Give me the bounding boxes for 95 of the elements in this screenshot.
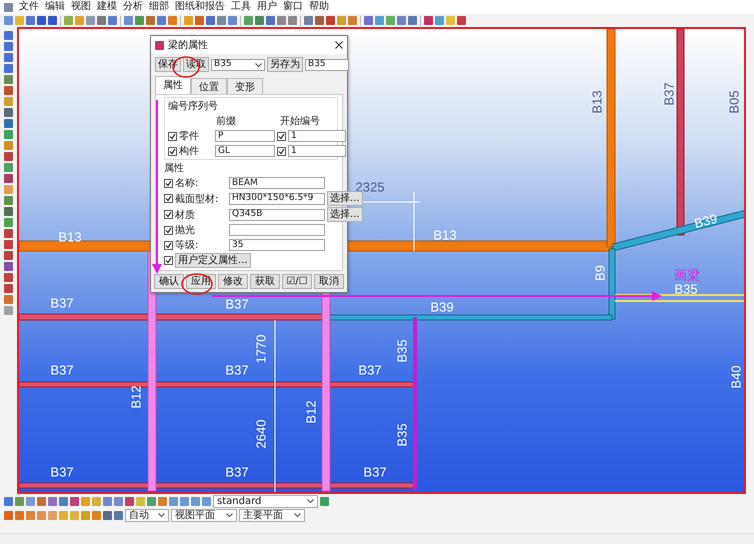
chevron-down-icon: [158, 513, 165, 518]
input-field[interactable]: BEAM: [229, 177, 325, 189]
field-label: 材质: [175, 208, 196, 222]
chevron-down-icon: [255, 62, 262, 66]
user-attributes-button[interactable]: 用户定义属性...: [175, 253, 251, 268]
start-number-field[interactable]: 1: [288, 145, 346, 157]
section-title: 属性: [164, 162, 185, 175]
dialog-title: 梁的属性: [168, 38, 209, 52]
beam-label: B37: [50, 295, 74, 310]
beam-label: B37: [225, 362, 249, 378]
dialog-button[interactable]: ☑/☐: [282, 274, 312, 289]
beam-label: B37: [225, 296, 249, 312]
highlight-circle: [181, 273, 213, 295]
dialog-button[interactable]: 获取: [250, 274, 280, 289]
select-button[interactable]: 选择...: [327, 191, 363, 206]
checkbox[interactable]: [164, 256, 173, 265]
column-header: 前缀: [216, 115, 237, 128]
checkbox[interactable]: [168, 132, 177, 140]
checkbox[interactable]: [277, 146, 286, 156]
menu-item[interactable]: 帮助: [309, 1, 329, 14]
dialog-button[interactable]: 修改: [218, 274, 248, 289]
input-field[interactable]: [229, 224, 325, 236]
dialog-button[interactable]: 确认: [154, 274, 184, 289]
beam-label: B12: [128, 385, 144, 408]
save-as-button[interactable]: 另存为: [267, 57, 303, 72]
beam-label: B37: [50, 362, 74, 378]
menu-item[interactable]: 建模: [97, 1, 117, 14]
beam-label: B13: [433, 227, 457, 242]
menu-item[interactable]: 工具: [231, 1, 251, 14]
checkbox[interactable]: [164, 194, 173, 203]
prefix-field[interactable]: GL: [215, 145, 275, 157]
beam-label: B35: [394, 423, 410, 446]
tab[interactable]: 位置: [191, 78, 227, 95]
section-title: 编号序列号: [168, 100, 219, 113]
snap-dropdown[interactable]: 视图平面: [171, 508, 237, 522]
input-field[interactable]: 35: [229, 239, 325, 251]
snap-dropdown[interactable]: 自动: [125, 508, 169, 522]
field-label: 名称:: [175, 177, 200, 190]
field-label: 抛光: [175, 224, 196, 237]
field-label: 等级:: [175, 239, 200, 252]
filter-dropdown[interactable]: standard: [213, 494, 318, 508]
checkbox[interactable]: [164, 210, 173, 219]
input-field[interactable]: Q345B: [229, 208, 325, 220]
beam-label: B37: [358, 362, 382, 378]
chevron-down-icon: [307, 499, 314, 504]
beam-label: B39: [430, 299, 454, 314]
chevron-down-icon: [226, 513, 233, 518]
annotation-text: 画梁: [674, 268, 700, 284]
field-label: 零件: [179, 130, 200, 143]
menu-item[interactable]: 编辑: [45, 1, 65, 14]
prefix-field[interactable]: P: [215, 130, 275, 142]
chevron-down-icon: [294, 513, 301, 518]
checkbox[interactable]: [168, 146, 177, 156]
dialog-icon: [155, 40, 164, 50]
input-field[interactable]: HN300*150*6.5*9: [229, 192, 325, 204]
menu-item[interactable]: 窗口: [283, 1, 303, 14]
beam-label: 1770: [253, 334, 268, 364]
checkbox[interactable]: [164, 240, 173, 250]
select-button[interactable]: 选择...: [327, 207, 363, 222]
beam-label: B35: [674, 281, 698, 296]
beam-label: B39: [692, 210, 719, 231]
checkbox[interactable]: [277, 132, 286, 140]
beam-label: B37: [661, 82, 676, 106]
tab[interactable]: 变形: [227, 78, 263, 95]
column-header: 开始编号: [280, 114, 320, 128]
beam-label: B37: [363, 464, 387, 480]
beam-label: 2640: [253, 419, 268, 448]
beam-label: B13: [589, 90, 604, 114]
preset-dropdown[interactable]: B35: [211, 58, 265, 70]
field-label: 构件: [179, 144, 200, 158]
close-icon[interactable]: [335, 41, 343, 49]
menu-item[interactable]: 图纸和报告: [175, 1, 225, 14]
beam-label: B35: [394, 339, 410, 362]
dialog-button[interactable]: 取消: [314, 274, 344, 289]
beam-label: B40: [728, 365, 744, 388]
beam-label: B05: [726, 90, 742, 114]
menu-item[interactable]: 视图: [71, 1, 91, 14]
checkbox[interactable]: [164, 226, 173, 234]
beam-label: B37: [225, 464, 249, 480]
menu-item[interactable]: 细部: [149, 1, 169, 14]
field-label: 截面型材:: [175, 192, 220, 206]
app-icon[interactable]: [4, 2, 13, 12]
beam-label: B12: [303, 400, 318, 424]
menu-item[interactable]: 用户: [257, 1, 277, 14]
menu-item[interactable]: 文件: [19, 1, 39, 14]
save-as-field[interactable]: B35: [305, 58, 349, 70]
settings-icon[interactable]: [320, 496, 329, 506]
tab[interactable]: 属性: [155, 76, 191, 95]
checkbox[interactable]: [164, 178, 173, 188]
beam-label: B9: [592, 264, 608, 281]
menu-item[interactable]: 分析: [123, 1, 143, 14]
beam-label: B37: [50, 464, 74, 480]
beam-label: B13: [58, 229, 82, 244]
start-number-field[interactable]: 1: [288, 130, 346, 142]
snap-dropdown[interactable]: 主要平面: [239, 508, 305, 522]
